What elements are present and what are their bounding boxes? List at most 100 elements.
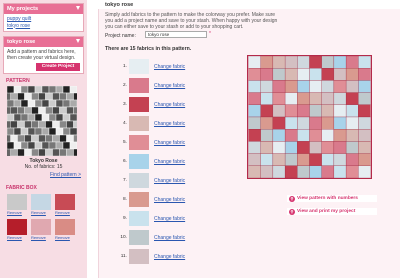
change-fabric-link[interactable]: Change fabric bbox=[154, 216, 185, 222]
quilt-block bbox=[333, 153, 347, 166]
change-fabric-link[interactable]: Change fabric bbox=[154, 235, 185, 241]
pattern-block bbox=[17, 134, 25, 143]
change-fabric-link[interactable]: Change fabric bbox=[154, 140, 185, 146]
change-fabric-link[interactable]: Change fabric bbox=[154, 178, 185, 184]
fabric-swatch[interactable] bbox=[129, 173, 149, 188]
fabric-swatch[interactable] bbox=[7, 218, 27, 235]
quilt-preview bbox=[247, 55, 372, 179]
collapse-arrow-icon[interactable] bbox=[76, 6, 80, 10]
quilt-block bbox=[272, 153, 286, 166]
create-project-button[interactable]: Create Project bbox=[36, 63, 80, 71]
change-fabric-link[interactable]: Change fabric bbox=[154, 121, 185, 127]
pattern-block bbox=[24, 148, 32, 156]
quilt-block bbox=[272, 104, 286, 118]
fabric-swatch[interactable] bbox=[129, 116, 149, 131]
pattern-block bbox=[73, 134, 77, 143]
fabric-swatch[interactable] bbox=[55, 218, 75, 235]
pattern-block bbox=[7, 141, 15, 150]
pattern-block bbox=[41, 141, 50, 150]
find-pattern-link[interactable]: Find pattern > bbox=[50, 172, 81, 178]
quilt-block bbox=[297, 141, 310, 154]
remove-link[interactable]: Remove bbox=[31, 210, 46, 215]
fabric-swatch[interactable] bbox=[31, 218, 51, 235]
quilt-block bbox=[333, 80, 347, 93]
quilt-block bbox=[248, 68, 261, 81]
project-link-tokyo-rose[interactable]: tokyo rose bbox=[7, 23, 80, 30]
pattern-block bbox=[38, 92, 46, 101]
pattern-block bbox=[13, 113, 22, 122]
pattern-block bbox=[41, 127, 50, 136]
fabric-swatch[interactable] bbox=[129, 230, 149, 245]
quilt-block bbox=[321, 165, 335, 178]
pattern-block bbox=[55, 127, 64, 136]
pattern-block bbox=[62, 141, 71, 150]
pattern-block bbox=[55, 141, 64, 150]
remove-link[interactable]: Remove bbox=[7, 235, 22, 240]
pattern-block bbox=[13, 141, 22, 150]
change-fabric-link[interactable]: Change fabric bbox=[154, 83, 185, 89]
fabric-swatch[interactable] bbox=[31, 193, 51, 210]
fabric-number: 11. bbox=[120, 254, 127, 259]
fabric-swatch[interactable] bbox=[129, 59, 149, 74]
quilt-block bbox=[358, 165, 371, 178]
collapse-arrow-icon[interactable] bbox=[76, 39, 80, 43]
remove-link[interactable]: Remove bbox=[31, 235, 46, 240]
quilt-block bbox=[333, 92, 347, 105]
change-fabric-link[interactable]: Change fabric bbox=[154, 64, 185, 70]
remove-link[interactable]: Remove bbox=[55, 235, 70, 240]
quilt-block bbox=[260, 153, 274, 166]
pattern-block bbox=[73, 106, 77, 115]
quilt-block bbox=[321, 141, 335, 154]
quilt-block bbox=[297, 116, 310, 130]
quilt-block bbox=[260, 104, 274, 118]
fabric-number: 8. bbox=[122, 197, 127, 202]
pattern-block bbox=[55, 99, 64, 108]
fabric-row: 10. Change fabric bbox=[119, 230, 269, 246]
quilt-block bbox=[309, 104, 322, 118]
change-fabric-link[interactable]: Change fabric bbox=[154, 102, 185, 108]
pattern-thumbnail[interactable] bbox=[7, 86, 77, 156]
quilt-block bbox=[284, 80, 298, 93]
project-name-input[interactable] bbox=[145, 31, 207, 38]
fabric-swatch[interactable] bbox=[7, 193, 27, 210]
main-content: tokyo rose Simply add fabrics to the pat… bbox=[98, 0, 400, 278]
fabric-swatch[interactable] bbox=[129, 154, 149, 169]
pattern-block bbox=[20, 127, 29, 136]
pattern-block bbox=[38, 120, 46, 129]
tokyo-rose-header[interactable]: tokyo rose bbox=[4, 37, 83, 47]
fabric-swatch[interactable] bbox=[129, 211, 149, 226]
pattern-block bbox=[73, 148, 77, 156]
fabric-box-item: Remove bbox=[31, 218, 51, 241]
view-pattern-numbers-label: View pattern with numbers bbox=[297, 196, 358, 201]
quilt-block bbox=[260, 80, 274, 93]
view-pattern-numbers-button[interactable]: ⚲ View pattern with numbers bbox=[287, 195, 377, 202]
pattern-block bbox=[69, 113, 77, 122]
change-fabric-link[interactable]: Change fabric bbox=[154, 159, 185, 165]
fabric-row: 8. Change fabric bbox=[119, 192, 269, 208]
pattern-block bbox=[73, 92, 77, 101]
my-projects-header[interactable]: My projects bbox=[4, 4, 83, 14]
fabric-swatch[interactable] bbox=[55, 193, 75, 210]
quilt-block bbox=[345, 153, 359, 166]
fabric-swatch[interactable] bbox=[129, 249, 149, 264]
remove-link[interactable]: Remove bbox=[7, 210, 22, 215]
pattern-block bbox=[48, 86, 57, 94]
pattern-block bbox=[38, 148, 46, 156]
pattern-block bbox=[20, 141, 29, 150]
change-fabric-link[interactable]: Change fabric bbox=[154, 197, 185, 203]
quilt-block bbox=[321, 153, 335, 166]
fabric-count-text: There are 15 fabrics in this pattern. bbox=[105, 46, 192, 52]
pattern-block bbox=[20, 99, 29, 108]
change-fabric-link[interactable]: Change fabric bbox=[154, 254, 185, 260]
pattern-block bbox=[34, 113, 43, 122]
fabric-swatch[interactable] bbox=[129, 78, 149, 93]
fabric-swatch[interactable] bbox=[129, 135, 149, 150]
view-print-project-button[interactable]: ⚲ View and print my project bbox=[287, 208, 377, 215]
quilt-block bbox=[358, 80, 371, 93]
quilt-block bbox=[358, 153, 371, 166]
quilt-block bbox=[309, 116, 322, 130]
remove-link[interactable]: Remove bbox=[55, 210, 70, 215]
fabric-swatch[interactable] bbox=[129, 192, 149, 207]
fabric-swatch[interactable] bbox=[129, 97, 149, 112]
pattern-block bbox=[31, 134, 39, 143]
